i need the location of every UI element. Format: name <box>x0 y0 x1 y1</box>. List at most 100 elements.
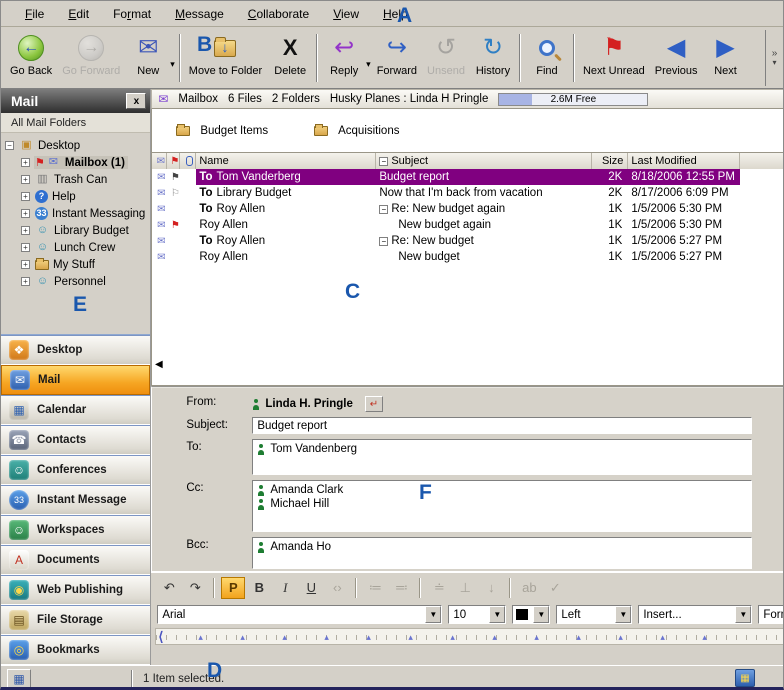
font-family-arrow-icon[interactable]: ▼ <box>425 606 441 623</box>
menu-file[interactable]: File <box>15 4 54 24</box>
message-row[interactable]: ✉ToRoy Allen−Re: New budget again1K1/5/2… <box>152 201 784 217</box>
new-button[interactable]: ✉New <box>125 30 171 86</box>
paragraph-style-button[interactable]: P <box>221 577 245 599</box>
tree-item-my-stuff[interactable]: +My Stuff <box>5 256 148 273</box>
tree-expander-icon[interactable]: + <box>21 226 30 235</box>
message-row[interactable]: ✉⚑ToTom VanderbergBudget report2K8/18/20… <box>152 169 784 185</box>
alignment-arrow-icon[interactable]: ▼ <box>615 606 631 623</box>
dropdown-arrow-icon[interactable]: ▾ <box>170 59 175 70</box>
insert-select[interactable]: Insert...▼ <box>638 605 752 624</box>
delete-button[interactable]: XDelete <box>267 30 313 86</box>
sidebar-item-contacts[interactable]: ☎Contacts <box>1 425 150 455</box>
collapse-threads-icon[interactable]: − <box>379 157 388 166</box>
insert-arrow-icon[interactable]: ▼ <box>735 606 751 623</box>
redo-button[interactable]: ↷ <box>183 577 207 599</box>
sidebar-item-calendar[interactable]: ▦Calendar <box>1 395 150 425</box>
tree-item-personnel[interactable]: +☺Personnel <box>5 273 148 290</box>
ruler[interactable]: ⟨ ⟩ ▴▴▴▴▴▴▴▴▴▴▴▴▴ <box>155 628 784 645</box>
tree-item-instant-messaging[interactable]: +33Instant Messaging <box>5 205 148 222</box>
sidebar-item-documents[interactable]: ADocuments <box>1 545 150 575</box>
font-color-arrow-icon[interactable]: ▼ <box>533 606 549 623</box>
sidebar-item-web-publishing[interactable]: ◉Web Publishing <box>1 575 150 605</box>
tree-item-desktop[interactable]: −▣Desktop <box>5 137 148 154</box>
tree-expander-icon[interactable]: + <box>21 243 30 252</box>
message-row[interactable]: ✉⚐ToLibrary BudgetNow that I'm back from… <box>152 185 784 201</box>
bold-button[interactable]: B <box>247 577 271 599</box>
subject-field[interactable]: Budget report <box>252 417 752 434</box>
tree-expander-icon[interactable]: + <box>21 158 30 167</box>
tree-item-lunch-crew[interactable]: +☺Lunch Crew <box>5 239 148 256</box>
message-row[interactable]: ✉⚑Roy AllenNew budget again1K1/5/2006 5:… <box>152 217 784 233</box>
column-name[interactable]: Name <box>196 153 376 169</box>
tree-expander-icon[interactable]: + <box>21 192 30 201</box>
attachment-column-icon[interactable] <box>180 153 196 169</box>
message-row[interactable]: ✉ToRoy Allen−Re: New budget1K1/5/2006 5:… <box>152 233 784 249</box>
find-button[interactable]: Find <box>524 30 570 86</box>
tree-expander-icon[interactable]: + <box>21 277 30 286</box>
tree-expander-icon[interactable]: − <box>5 141 14 150</box>
sidebar-item-workspaces[interactable]: ☺Workspaces <box>1 515 150 545</box>
font-size-arrow-icon[interactable]: ▼ <box>489 606 505 623</box>
sidebar-item-mail[interactable]: ✉Mail <box>1 365 150 395</box>
to-field[interactable]: Tom Vandenberg <box>252 439 752 475</box>
reply-button[interactable]: ↩Reply <box>321 30 367 86</box>
thread-collapse-icon[interactable]: − <box>379 205 388 214</box>
tree-expander-icon[interactable]: + <box>21 260 30 269</box>
sidebar-item-conferences[interactable]: ☺Conferences <box>1 455 150 485</box>
all-mail-folders-selector[interactable]: All Mail Folders <box>1 113 150 133</box>
from-options-button[interactable]: ↵ <box>365 396 383 412</box>
message-row[interactable]: ✉Roy AllenNew budget1K1/5/2006 5:27 PM <box>152 249 784 265</box>
column-size[interactable]: Size <box>592 153 628 169</box>
tree-expander-icon[interactable]: + <box>21 175 30 184</box>
tree-item-help[interactable]: +?Help <box>5 188 148 205</box>
sidebar-item-bookmarks[interactable]: ◎Bookmarks <box>1 635 150 665</box>
font-family-select[interactable]: Arial▼ <box>157 605 442 624</box>
history-button[interactable]: ↻History <box>470 30 516 86</box>
cc-field[interactable]: Amanda ClarkMichael Hill <box>252 480 752 532</box>
details-view-icon[interactable]: ▦ <box>735 669 755 687</box>
font-size-select[interactable]: 10▼ <box>448 605 506 624</box>
flag-column-icon[interactable]: ⚑ <box>167 153 180 169</box>
undo-button[interactable]: ↶ <box>157 577 181 599</box>
column-modified[interactable]: Last Modified <box>628 153 740 169</box>
previous-button[interactable]: ◀Previous <box>650 30 703 86</box>
forward-button[interactable]: ↪Forward <box>372 30 422 86</box>
next-button[interactable]: ▶Next <box>703 30 749 86</box>
sidebar-collapse-handle[interactable]: ◀ <box>155 359 163 370</box>
go-back-button[interactable]: ←Go Back <box>5 30 57 86</box>
column-subject[interactable]: −Subject <box>376 153 592 169</box>
bcc-field[interactable]: Amanda Ho <box>252 537 752 569</box>
tree-expander-icon[interactable]: + <box>21 209 30 218</box>
dropdown-arrow-icon[interactable]: ▾ <box>366 59 371 70</box>
font-color-select[interactable]: ▼ <box>512 605 550 624</box>
sidebar-item-desktop[interactable]: ❖Desktop <box>1 335 150 365</box>
tree-item-mailbox-1-[interactable]: +⚑✉Mailbox (1) <box>5 154 148 171</box>
panel-toggle-icon[interactable]: ▦ <box>7 669 31 689</box>
toolbar-separator <box>179 34 181 82</box>
folder-chip-acquisitions[interactable]: Acquisitions <box>314 125 399 137</box>
from-value[interactable]: Linda H. Pringle <box>265 398 353 410</box>
format-select[interactable]: Format... <box>758 605 784 624</box>
menu-message[interactable]: Message <box>165 4 234 24</box>
toolbar-overflow-button[interactable]: »▾ <box>765 30 781 86</box>
sidebar-close-button[interactable]: x <box>126 93 146 109</box>
next-unread-button[interactable]: ⚑Next Unread <box>578 30 650 86</box>
menu-format[interactable]: Format <box>103 4 161 24</box>
tree-item-library-budget[interactable]: +☺Library Budget <box>5 222 148 239</box>
tree-item-trash-can[interactable]: +▥Trash Can <box>5 171 148 188</box>
menu-edit[interactable]: Edit <box>58 4 99 24</box>
italic-button[interactable]: I <box>273 577 297 599</box>
sidebar-item-file-storage[interactable]: ▤File Storage <box>1 605 150 635</box>
envelope-column-icon[interactable]: ✉ <box>152 153 167 169</box>
menu-view[interactable]: View <box>323 4 369 24</box>
underline-button[interactable]: U <box>299 577 323 599</box>
sidebar-item-instant-message[interactable]: 33Instant Message <box>1 485 150 515</box>
thread-collapse-icon[interactable]: − <box>379 237 388 246</box>
message-flag-icon <box>167 233 180 249</box>
ruler-left-margin-marker[interactable]: ⟨ <box>158 629 163 645</box>
alignment-select[interactable]: Left▼ <box>556 605 632 624</box>
menu-collaborate[interactable]: Collaborate <box>238 4 319 24</box>
column-menu-icon[interactable]: ≡ <box>740 153 784 169</box>
folder-chip-budget-items[interactable]: Budget Items <box>176 125 268 137</box>
presence-icon <box>257 444 264 455</box>
